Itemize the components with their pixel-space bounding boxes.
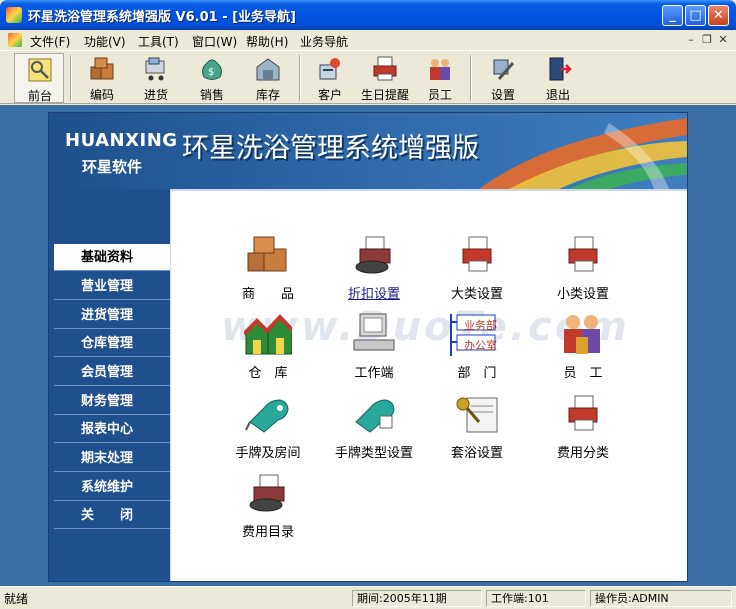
module-package-settings[interactable]: 套浴设置 xyxy=(427,392,527,468)
nav-item-business-mgmt[interactable]: 营业管理 xyxy=(54,273,170,300)
business-nav-window: HUANXING 环星软件 环星洗浴管理系统增强版 基础资料 营业管理 进货管理… xyxy=(48,112,688,582)
discount-printer-icon xyxy=(355,236,391,274)
toolbar-staff-button[interactable]: 员工 xyxy=(415,53,465,103)
minimize-button[interactable]: _ xyxy=(662,5,683,26)
computer-terminal-icon xyxy=(353,313,395,351)
toolbar-sales-button[interactable]: $ 销售 xyxy=(187,53,237,103)
module-department[interactable]: 业务部 办公室 部 门 xyxy=(427,312,527,388)
module-fee-catalog[interactable]: 费用目录 xyxy=(218,471,318,547)
birthday-printer-icon xyxy=(373,56,397,81)
menu-bar: 文件(F) 功能(V) 工具(T) 窗口(W) 帮助(H) 业务导航 – ❐ ✕ xyxy=(0,30,736,50)
exit-door-icon xyxy=(549,57,572,81)
money-bag-icon: $ xyxy=(202,59,222,80)
toolbar-settings-button[interactable]: 设置 xyxy=(478,53,528,103)
title-bar[interactable]: 环星洗浴管理系统增强版 V6.01 - [业务导航] _ □ ✕ xyxy=(0,0,736,30)
module-subcategory-settings[interactable]: 小类设置 xyxy=(533,233,633,309)
toolbar: 前台 编码 进货 $ 销售 库存 客户 生日提醒 员工 设置 退出 xyxy=(0,50,736,104)
status-period: 期间:2005年11期 xyxy=(352,590,482,607)
nav-item-finance-mgmt[interactable]: 财务管理 xyxy=(54,388,170,415)
toolbar-separator xyxy=(470,55,472,101)
toolbar-inventory-button[interactable]: 库存 xyxy=(243,53,293,103)
brand-chinese: 环星软件 xyxy=(82,158,143,176)
boxes-icon xyxy=(90,57,114,80)
package-keys-icon xyxy=(456,397,498,433)
toolbar-exit-button[interactable]: 退出 xyxy=(533,53,583,103)
mdi-minimize-button[interactable]: – xyxy=(684,33,698,47)
nav-item-purchase-mgmt[interactable]: 进货管理 xyxy=(54,302,170,329)
department-tag-business: 业务部 xyxy=(464,319,497,332)
customer-icon xyxy=(319,58,340,80)
menu-window[interactable]: 窗口(W) xyxy=(192,33,237,50)
maximize-button[interactable]: □ xyxy=(685,5,706,26)
window-title: 环星洗浴管理系统增强版 V6.01 - [业务导航] xyxy=(28,10,296,25)
fee-category-printer-icon xyxy=(568,395,598,431)
key-tag-type-icon xyxy=(355,399,395,433)
staff-icon xyxy=(430,59,450,80)
module-category-settings[interactable]: 大类设置 xyxy=(427,233,527,309)
close-button[interactable]: ✕ xyxy=(708,5,729,26)
department-tag-office: 办公室 xyxy=(464,339,497,352)
status-text: 就绪 xyxy=(4,592,29,606)
fee-catalog-icon xyxy=(249,474,285,512)
settings-tools-icon xyxy=(493,59,515,80)
menu-function[interactable]: 功能(V) xyxy=(84,33,126,50)
toolbar-code-button[interactable]: 编码 xyxy=(77,53,127,103)
module-key-tag-type-settings[interactable]: 手牌类型设置 xyxy=(324,392,424,468)
status-operator: 操作员:ADMIN xyxy=(590,590,732,607)
module-staff[interactable]: 员 工 xyxy=(533,312,633,388)
mdi-restore-button[interactable]: ❐ xyxy=(700,33,714,47)
banner: HUANXING 环星软件 环星洗浴管理系统增强版 xyxy=(49,113,687,189)
category-printer-icon xyxy=(462,236,492,272)
banner-title: 环星洗浴管理系统增强版 xyxy=(182,133,479,164)
module-goods[interactable]: 商 品 xyxy=(218,233,318,309)
module-workstation[interactable]: 工作端 xyxy=(324,312,424,388)
app-icon[interactable] xyxy=(6,7,22,23)
module-fee-category[interactable]: 费用分类 xyxy=(533,392,633,468)
nav-item-report-center[interactable]: 报表中心 xyxy=(54,416,170,443)
subcategory-printer-icon xyxy=(568,236,598,272)
toolbar-separator xyxy=(299,55,301,101)
toolbar-customer-button[interactable]: 客户 xyxy=(305,53,355,103)
menu-tools[interactable]: 工具(T) xyxy=(138,33,179,50)
menu-business-nav[interactable]: 业务导航 xyxy=(300,33,348,50)
nav-item-period-end[interactable]: 期末处理 xyxy=(54,445,170,472)
toolbar-purchase-button[interactable]: 进货 xyxy=(131,53,181,103)
nav-item-basic-data[interactable]: 基础资料 xyxy=(54,244,170,271)
toolbar-birthday-reminder-button[interactable]: 生日提醒 xyxy=(360,53,410,103)
left-nav: 基础资料 营业管理 进货管理 仓库管理 会员管理 财务管理 报表中心 期末处理 … xyxy=(49,189,170,581)
key-tag-icon xyxy=(245,399,289,433)
module-warehouse[interactable]: 仓 库 xyxy=(218,312,318,388)
staff-people-icon xyxy=(564,315,600,354)
mdi-close-button[interactable]: ✕ xyxy=(716,33,730,47)
nav-item-system-maintenance[interactable]: 系统维护 xyxy=(54,474,170,501)
nav-item-close[interactable]: 关 闭 xyxy=(54,502,170,529)
mdi-workspace: HUANXING 环星软件 环星洗浴管理系统增强版 基础资料 营业管理 进货管理… xyxy=(0,105,736,586)
toolbar-separator xyxy=(70,55,72,101)
key-icon xyxy=(28,58,52,82)
toolbar-front-desk-button[interactable]: 前台 xyxy=(14,53,64,103)
menu-file[interactable]: 文件(F) xyxy=(30,33,70,50)
nav-item-warehouse-mgmt[interactable]: 仓库管理 xyxy=(54,330,170,357)
module-discount-settings[interactable]: 折扣设置 xyxy=(324,233,424,309)
svg-text:$: $ xyxy=(208,67,214,78)
module-grid: www.DuoTe.com 商 品 折扣设置 大类设置 小类设置 仓 库 工作端… xyxy=(170,189,687,581)
warehouse-houses-icon xyxy=(244,314,292,355)
warehouse-icon xyxy=(256,58,280,81)
status-bar: 就绪 期间:2005年11期 工作端:101 操作员:ADMIN xyxy=(0,586,736,609)
nav-item-member-mgmt[interactable]: 会员管理 xyxy=(54,359,170,386)
menu-help[interactable]: 帮助(H) xyxy=(246,33,288,50)
module-key-tag-room[interactable]: 手牌及房间 xyxy=(218,392,318,468)
cart-icon xyxy=(145,57,165,81)
goods-boxes-icon xyxy=(247,236,287,272)
document-icon[interactable] xyxy=(8,33,22,47)
status-terminal: 工作端:101 xyxy=(486,590,586,607)
brand-english: HUANXING xyxy=(65,130,178,151)
